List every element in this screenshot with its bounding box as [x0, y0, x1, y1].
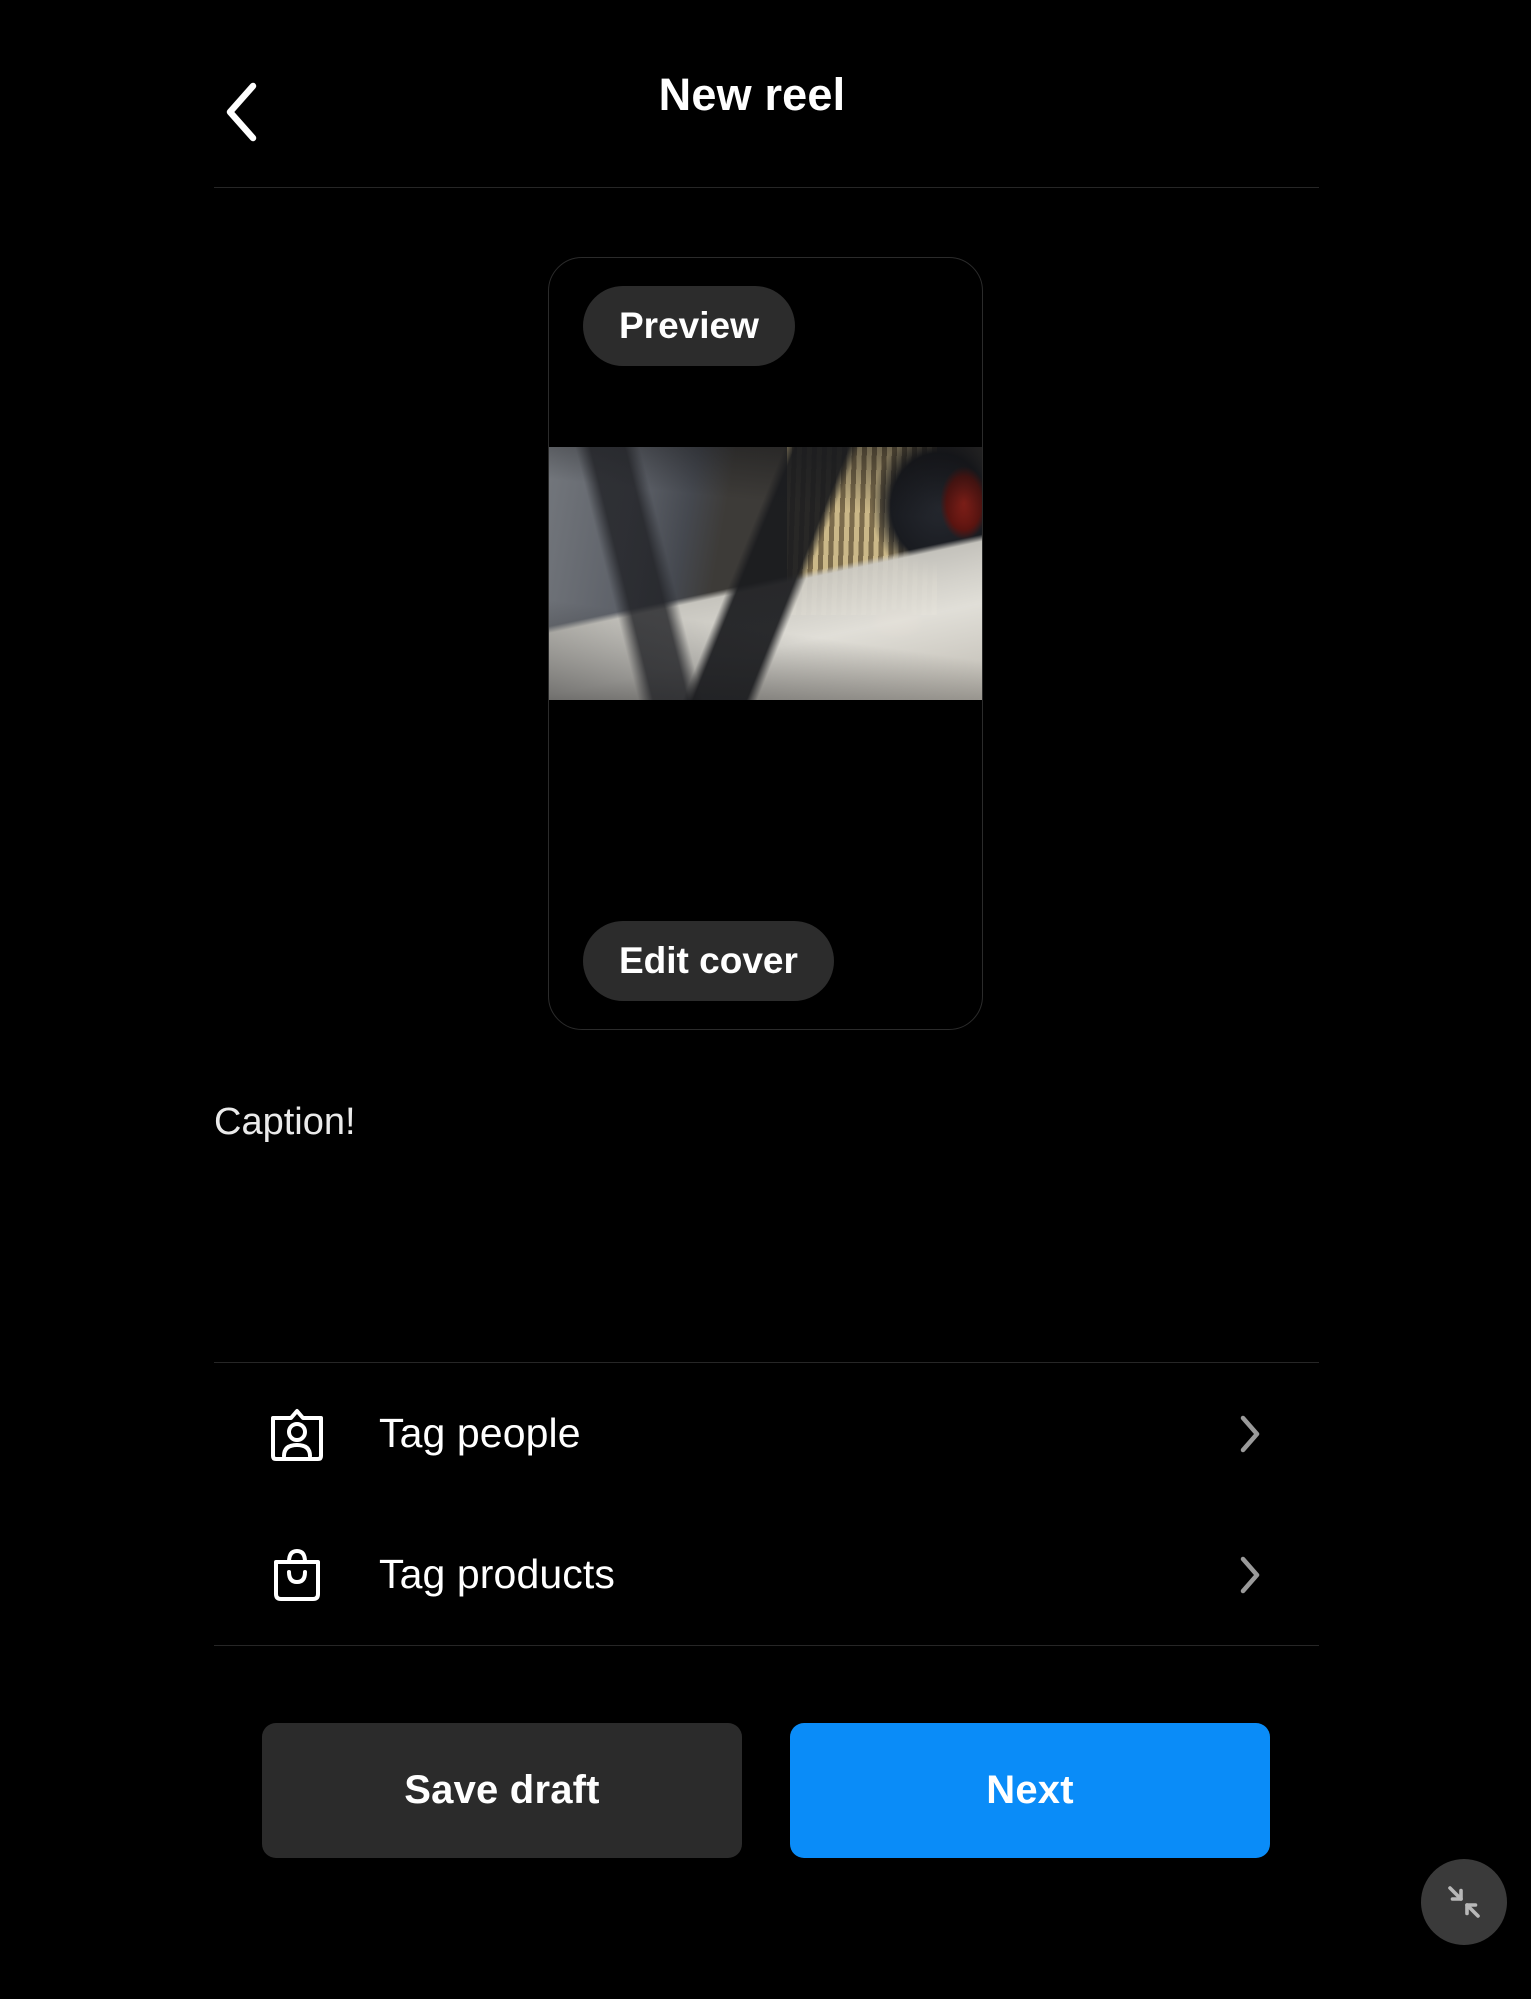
caption-input[interactable]: Caption! — [214, 1100, 1319, 1358]
header-inner: New reel — [214, 0, 1314, 188]
caption-value: Caption! — [214, 1101, 356, 1143]
back-button[interactable] — [214, 78, 270, 146]
shopping-bag-icon — [266, 1544, 328, 1606]
preview-button[interactable]: Preview — [583, 286, 795, 366]
options-list: Tag people Tag products — [214, 1363, 1319, 1645]
action-bar: Save draft Next — [262, 1723, 1270, 1858]
chevron-right-icon[interactable] — [1232, 1415, 1268, 1452]
option-label-tag-products: Tag products — [379, 1551, 615, 1597]
reel-preview-card[interactable]: Preview Edit cover — [548, 257, 983, 1030]
save-draft-button[interactable]: Save draft — [262, 1723, 742, 1858]
chevron-right-icon[interactable] — [1232, 1556, 1268, 1593]
chevron-left-icon — [222, 81, 262, 143]
option-row-tag-products[interactable]: Tag products — [214, 1504, 1319, 1645]
collapse-floating-button[interactable] — [1421, 1859, 1507, 1945]
header-bar: New reel — [0, 0, 1531, 188]
edit-cover-button[interactable]: Edit cover — [583, 921, 834, 1001]
options-divider — [214, 1645, 1319, 1646]
collapse-arrows-icon — [1441, 1879, 1487, 1925]
option-row-tag-people[interactable]: Tag people — [214, 1363, 1319, 1504]
video-thumbnail-image — [549, 447, 982, 700]
video-thumbnail[interactable] — [549, 447, 982, 700]
new-reel-screen: New reel Preview Edit cover Caption! Tag… — [0, 0, 1531, 1999]
person-card-icon — [266, 1403, 328, 1465]
page-title: New reel — [658, 68, 846, 120]
header-divider — [214, 187, 1319, 188]
next-button[interactable]: Next — [790, 1723, 1270, 1858]
option-label-tag-people: Tag people — [379, 1410, 581, 1456]
